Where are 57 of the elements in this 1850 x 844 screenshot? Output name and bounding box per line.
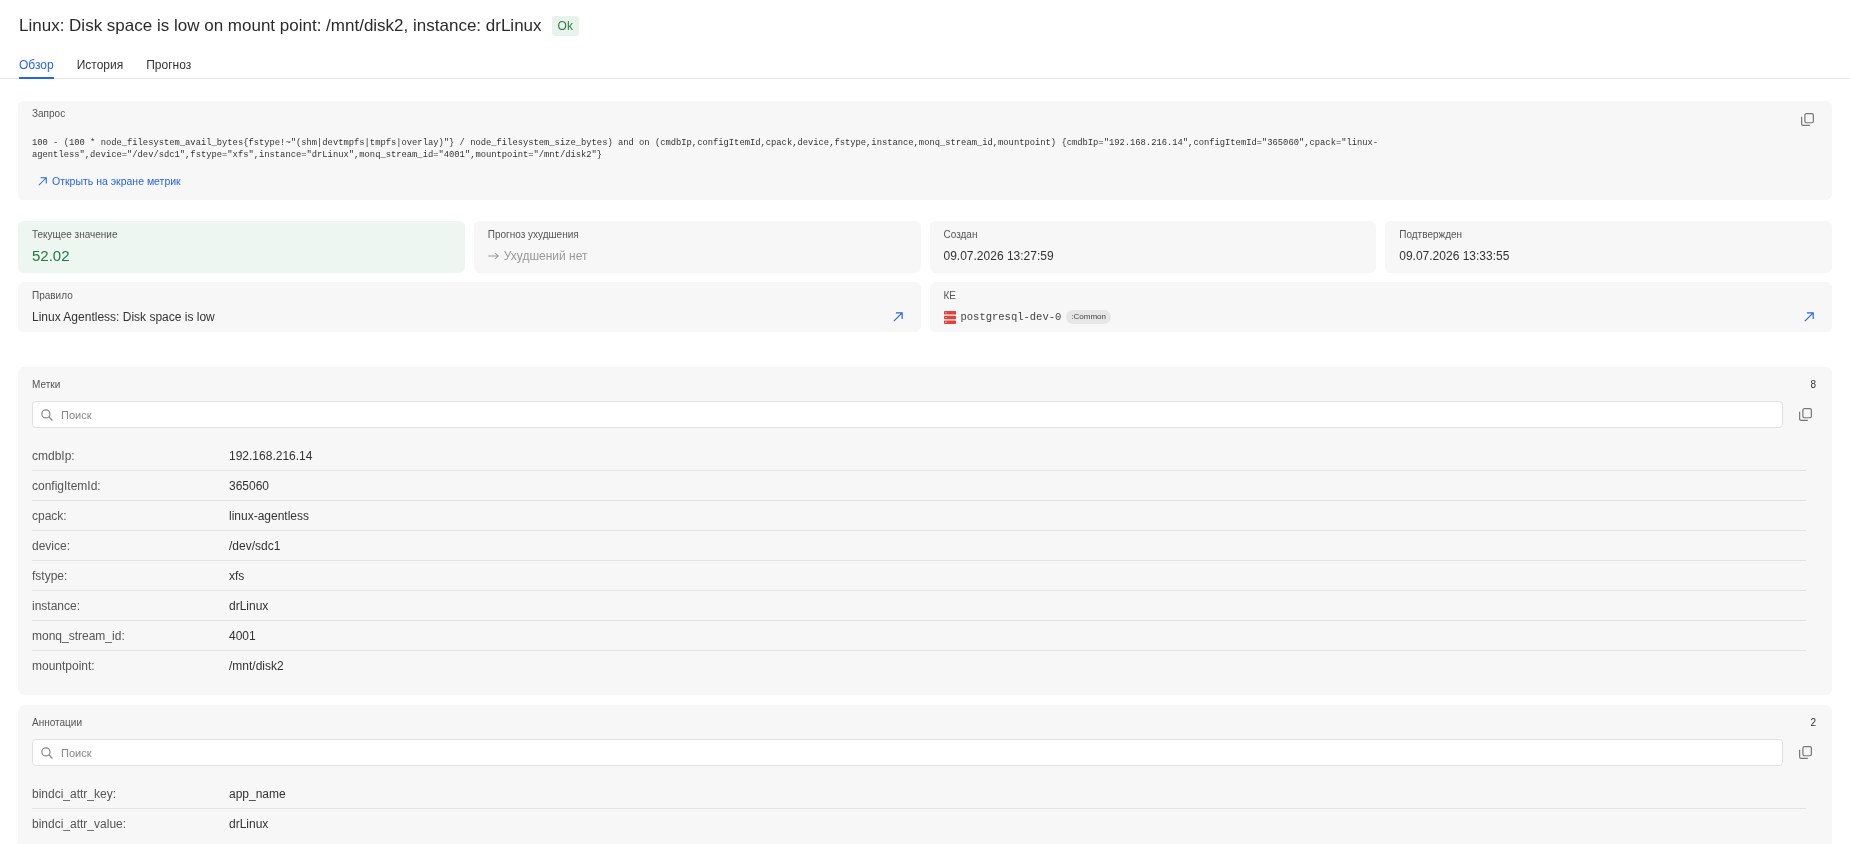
label-value: 365060 xyxy=(229,477,270,495)
arrow-up-right-icon[interactable] xyxy=(1804,312,1814,322)
copy-icon[interactable] xyxy=(1799,746,1812,759)
label-value: linux-agentless xyxy=(229,507,310,525)
label-key: device: xyxy=(32,536,229,555)
metrics-link[interactable]: Открыть на экране метрик xyxy=(38,173,181,189)
timestamp-value: 09.07.2026 13:27:59 xyxy=(943,248,1055,265)
annotation-value: app_name xyxy=(229,785,286,803)
tab[interactable]: Прогноз xyxy=(146,53,192,79)
server-icon xyxy=(943,310,956,324)
search-icon xyxy=(41,408,53,421)
copy-icon[interactable] xyxy=(1799,408,1812,421)
label-value: 4001 xyxy=(229,627,256,645)
label-key: cpack: xyxy=(32,506,229,525)
item-count: 2 xyxy=(1810,716,1816,730)
annotation-value: drLinux xyxy=(229,816,269,833)
item-count: 8 xyxy=(1810,378,1816,392)
card-label: КЕ xyxy=(943,289,957,303)
card-label: Текущее значение xyxy=(32,228,119,242)
search-field[interactable]: Поиск xyxy=(32,401,1783,428)
config-item-tag: :Common xyxy=(1066,310,1111,324)
label-key: monq_stream_id: xyxy=(32,626,229,645)
section-label: Аннотации xyxy=(32,716,82,730)
card-label: Правило xyxy=(32,289,74,303)
label-key: instance: xyxy=(32,596,229,615)
annotation-key: bindci_attr_value: xyxy=(32,815,229,833)
tab[interactable]: Обзор xyxy=(19,53,54,79)
label-key: fstype: xyxy=(32,566,229,585)
card-label: Прогноз ухудшения xyxy=(487,228,580,242)
label-value: 192.168.216.14 xyxy=(229,447,313,465)
section-label: Запрос xyxy=(32,107,66,121)
arrow-up-right-icon[interactable] xyxy=(38,176,47,186)
card-label: Создан xyxy=(943,228,979,242)
rule-name: Linux Agentless: Disk space is low xyxy=(32,309,215,326)
annotation-key: bindci_attr_key: xyxy=(32,784,229,803)
current-value: 52.02 xyxy=(32,246,71,266)
label-value: xfs xyxy=(229,567,245,585)
status-badge: Ok xyxy=(551,16,579,36)
page-title: Linux: Disk space is low on mount point: /mnt/disk2, instance: drLinux xyxy=(19,15,542,37)
timestamp-value: 09.07.2026 13:33:55 xyxy=(1399,248,1511,265)
label-value: /dev/sdc1 xyxy=(229,537,281,555)
copy-icon[interactable] xyxy=(1801,113,1814,126)
search-field[interactable]: Поиск xyxy=(32,739,1783,766)
section-label: Метки xyxy=(32,378,61,392)
arrow-up-right-icon[interactable] xyxy=(892,312,903,322)
tab[interactable]: История xyxy=(76,53,124,79)
label-key: cmdbIp: xyxy=(32,446,229,465)
label-value: drLinux xyxy=(229,597,269,615)
card-label: Подтвержден xyxy=(1399,228,1464,242)
label-key: mountpoint: xyxy=(32,657,229,675)
label-key: configItemId: xyxy=(32,476,229,495)
label-value: /mnt/disk2 xyxy=(229,658,284,675)
search-icon xyxy=(41,746,53,759)
right-arrow-icon xyxy=(487,252,499,260)
forecast-value: Ухудшений нет xyxy=(503,248,588,265)
config-item-name: postgresql-dev-0 xyxy=(960,310,1062,325)
query-text: 100 - (100 * node_filesystem_avail_bytes{fstype!~"(shm|devtmpfs|tmpfs|overlay)"} / node_filesystem_size_bytes) and on (cmdbIp,configItemId,cpack,device,fstype,instance,monq_stream_id,mountpoint) {cmdbIp="192.168.216.14",configItemId="365060",cpack="linux-agentless",device="/dev/sdc1",fstype="xfs",instance="drLinux",monq_stream_id="4001",mountpoint="/mnt/disk2"} xyxy=(32,137,1380,161)
